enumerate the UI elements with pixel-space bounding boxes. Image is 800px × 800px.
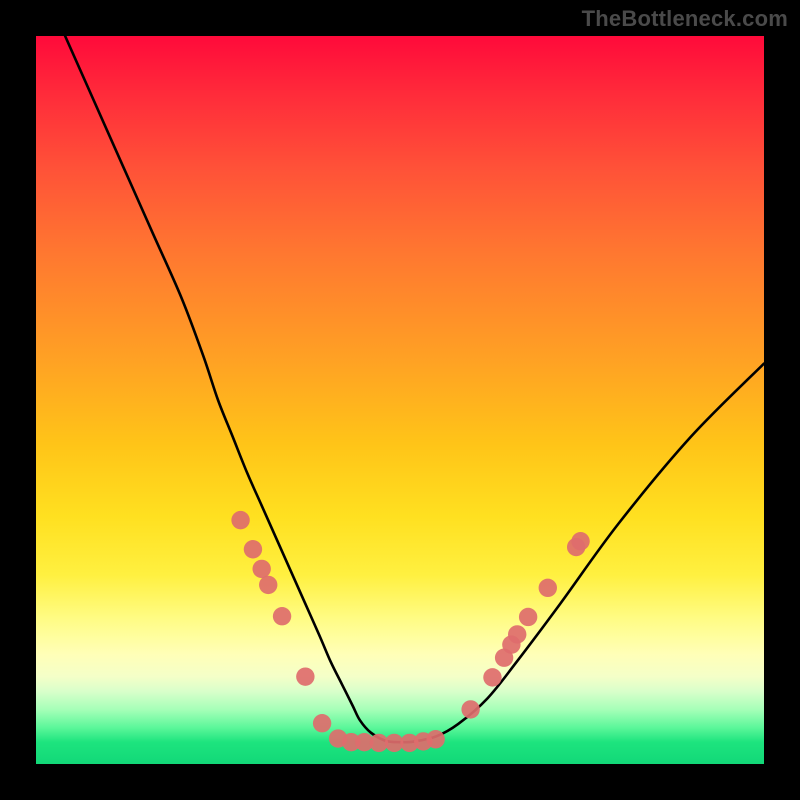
data-marker	[231, 511, 249, 529]
plot-area	[36, 36, 764, 764]
watermark-text: TheBottleneck.com	[582, 6, 788, 32]
data-marker	[571, 532, 589, 550]
data-marker	[244, 540, 262, 558]
chart-svg	[36, 36, 764, 764]
data-marker	[273, 607, 291, 625]
data-marker	[313, 714, 331, 732]
data-marker	[461, 700, 479, 718]
data-marker	[508, 625, 526, 643]
data-marker	[426, 730, 444, 748]
data-marker	[259, 576, 277, 594]
data-marker	[539, 579, 557, 597]
data-marker	[483, 668, 501, 686]
data-marker	[296, 667, 314, 685]
data-marker	[252, 560, 270, 578]
bottleneck-curve	[65, 36, 764, 742]
marker-group	[231, 511, 589, 752]
data-marker	[519, 608, 537, 626]
chart-frame: TheBottleneck.com	[0, 0, 800, 800]
